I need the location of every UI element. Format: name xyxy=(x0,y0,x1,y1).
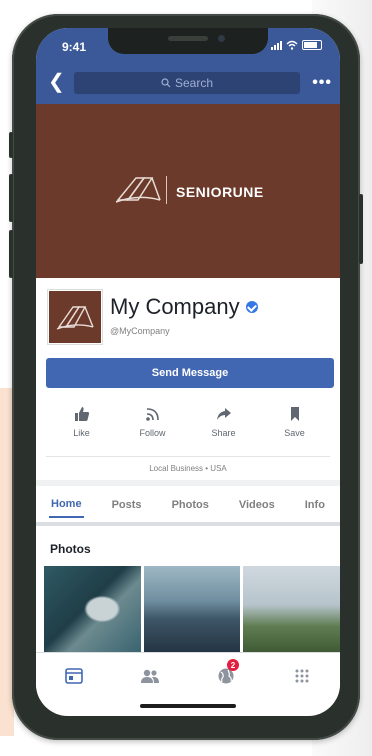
tab-posts[interactable]: Posts xyxy=(110,493,144,517)
phone-mute-switch xyxy=(9,132,13,158)
phone-screen: 9:41 ❮ Search ••• SENIORUNE My Company @… xyxy=(36,28,340,716)
photo-thumbnail-lighthouse[interactable] xyxy=(243,566,340,652)
nav-menu[interactable] xyxy=(287,661,317,691)
page-category: Local Business • USA xyxy=(149,464,227,473)
tab-videos[interactable]: Videos xyxy=(237,493,277,517)
phone-volume-up xyxy=(9,174,13,222)
nav-friends[interactable] xyxy=(135,661,165,691)
home-indicator[interactable] xyxy=(140,704,236,708)
cover-brand-text: SENIORUNE xyxy=(176,184,264,200)
like-label: Like xyxy=(73,428,90,438)
search-icon xyxy=(161,78,171,88)
page-avatar[interactable] xyxy=(48,290,102,344)
search-input[interactable]: Search xyxy=(74,72,300,94)
notifications-badge: 2 xyxy=(227,659,239,671)
company-logo-icon xyxy=(115,177,161,203)
front-camera xyxy=(218,35,225,42)
more-dots-icon[interactable]: ••• xyxy=(312,74,332,92)
status-icons xyxy=(271,40,322,50)
section-divider xyxy=(36,480,340,486)
bottom-navigation: 2 xyxy=(36,652,340,699)
page-name-text: My Company xyxy=(110,294,240,319)
tab-photos[interactable]: Photos xyxy=(170,493,211,517)
avatar-logo-icon xyxy=(56,306,94,330)
page-actions: Like Follow Share Save xyxy=(36,406,340,446)
back-arrow-icon[interactable]: ❮ xyxy=(48,72,65,92)
tab-info[interactable]: Info xyxy=(303,493,327,517)
send-message-button[interactable]: Send Message xyxy=(46,358,334,388)
follow-label: Follow xyxy=(139,428,166,438)
thumbs-up-icon xyxy=(74,407,89,421)
page-handle: @MyCompany xyxy=(110,326,170,336)
search-placeholder: Search xyxy=(174,76,214,90)
photos-section-title: Photos xyxy=(50,542,91,556)
cover-divider xyxy=(166,176,167,204)
phone-notch xyxy=(108,28,268,54)
tabs-divider xyxy=(36,522,340,526)
news-feed-icon xyxy=(65,668,83,684)
status-time: 9:41 xyxy=(62,40,87,54)
rss-icon xyxy=(145,408,159,421)
phone-volume-down xyxy=(9,230,13,278)
photo-thumbnail-city[interactable] xyxy=(143,566,241,652)
share-button[interactable]: Share xyxy=(199,406,249,446)
speaker-grille xyxy=(168,36,208,41)
phone-power-button xyxy=(359,194,363,264)
bookmark-icon xyxy=(290,407,299,421)
cover-photo[interactable]: SENIORUNE xyxy=(36,104,340,278)
follow-button[interactable]: Follow xyxy=(128,406,178,446)
signal-icon xyxy=(271,40,282,50)
like-button[interactable]: Like xyxy=(57,406,107,446)
share-label: Share xyxy=(211,428,236,438)
page-title: My Company xyxy=(110,294,258,320)
grid-menu-icon xyxy=(295,669,309,683)
nav-notifications[interactable]: 2 xyxy=(211,659,241,691)
save-button[interactable]: Save xyxy=(270,406,320,446)
wifi-icon xyxy=(286,40,298,50)
friends-icon xyxy=(141,669,159,683)
share-arrow-icon xyxy=(216,408,231,420)
nav-home[interactable] xyxy=(59,661,89,691)
tab-home[interactable]: Home xyxy=(49,492,84,518)
divider xyxy=(46,456,330,457)
save-label: Save xyxy=(284,428,305,438)
battery-icon xyxy=(302,40,322,50)
photos-grid xyxy=(44,566,340,652)
page-tabs: Home Posts Photos Videos Info xyxy=(36,490,340,520)
photo-thumbnail-aerial[interactable] xyxy=(44,566,141,652)
verified-badge-icon xyxy=(245,301,258,313)
